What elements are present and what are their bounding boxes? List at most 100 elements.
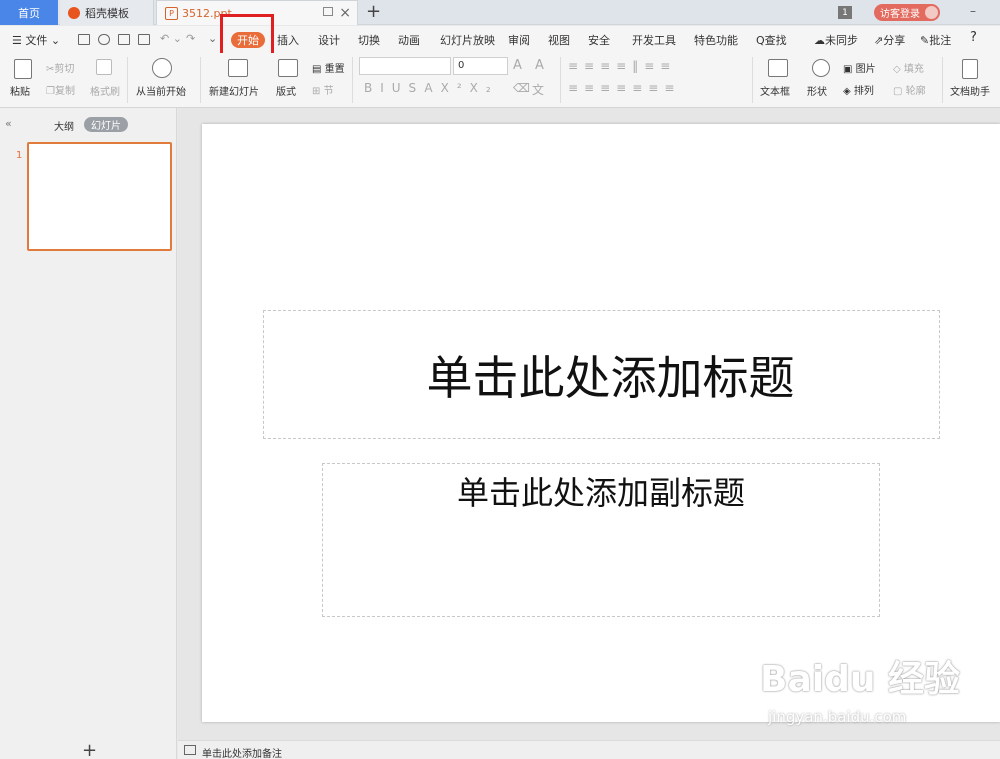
- increase-font-icon[interactable]: A: [513, 58, 522, 73]
- notes-bar[interactable]: 单击此处添加备注: [178, 740, 1000, 759]
- cut-button[interactable]: ✂剪切: [46, 60, 74, 75]
- share-label: 分享: [883, 34, 906, 47]
- guest-login-button[interactable]: 访客登录: [874, 4, 940, 21]
- annotation-highlight-box: [220, 14, 274, 56]
- copy-button[interactable]: ❐复制: [46, 82, 75, 97]
- undo-icon[interactable]: ↶ ⌄: [160, 32, 182, 45]
- text-format-icons[interactable]: BIUSAX²X₂: [364, 81, 499, 95]
- tab-design[interactable]: 设计: [318, 32, 340, 48]
- menu-bar: ☰ 文件 ⌄ ↶ ⌄ ↷ ⌄ 开始 插入 设计 切换 动画 幻灯片放映 审阅 视…: [0, 26, 1000, 53]
- editing-canvas: 单击此处添加标题 单击此处添加副标题: [178, 108, 1000, 740]
- doc-assistant-icon[interactable]: [962, 59, 978, 79]
- tab-outline[interactable]: 大纲: [54, 118, 74, 133]
- close-tab-icon[interactable]: ×: [339, 5, 351, 21]
- minimize-button[interactable]: –: [970, 4, 976, 18]
- title-placeholder-text: 单击此处添加标题: [426, 350, 795, 405]
- tab-view[interactable]: 视图: [548, 32, 570, 48]
- print-preview-icon[interactable]: [138, 34, 150, 45]
- print-icon[interactable]: [118, 34, 130, 45]
- layout-button[interactable]: 版式: [276, 83, 296, 98]
- text-box-button[interactable]: 文本框: [760, 83, 790, 98]
- doc-assistant-button[interactable]: 文档助手: [950, 83, 990, 98]
- picture-label: 图片: [855, 64, 876, 75]
- reset-label: 重置: [324, 64, 345, 75]
- title-placeholder[interactable]: 单击此处添加标题: [263, 310, 940, 439]
- tab-insert[interactable]: 插入: [277, 32, 299, 48]
- collapse-panel-icon[interactable]: «: [5, 117, 12, 130]
- tab-bar: 首页 稻壳模板 P 3512.ppt × + 1 访客登录 –: [0, 0, 1000, 25]
- paste-button[interactable]: 粘贴: [10, 83, 30, 98]
- ribbon-separator: [752, 57, 753, 103]
- decrease-font-icon[interactable]: A: [535, 58, 544, 73]
- save-icon[interactable]: [78, 34, 90, 45]
- ribbon-toolbar: 粘贴 ✂剪切 ❐复制 格式刷 从当前开始 新建幻灯片 版式 ▤ 重置 ⊞ 节 0…: [0, 53, 1000, 108]
- cloud-sync-button[interactable]: ☁未同步: [814, 32, 858, 48]
- tab-template[interactable]: 稻壳模板: [60, 0, 154, 25]
- format-painter-button[interactable]: 格式刷: [90, 83, 120, 98]
- layout-icon[interactable]: [278, 59, 298, 77]
- file-menu[interactable]: ☰ 文件 ⌄: [12, 32, 60, 48]
- reset-button[interactable]: ▤ 重置: [312, 60, 345, 75]
- ribbon-separator: [352, 57, 353, 103]
- notes-icon: [184, 745, 196, 755]
- shape-button[interactable]: 形状: [807, 83, 827, 98]
- slide-number: 1: [16, 150, 23, 161]
- new-slide-button[interactable]: 新建幻灯片: [209, 83, 259, 98]
- outline-button[interactable]: ▢ 轮廓: [893, 82, 926, 97]
- subtitle-placeholder[interactable]: 单击此处添加副标题: [322, 463, 880, 617]
- comment-label: 批注: [929, 34, 952, 47]
- play-icon[interactable]: [152, 58, 172, 78]
- phonetic-icon[interactable]: 文: [532, 81, 544, 98]
- play-from-current-button[interactable]: 从当前开始: [136, 83, 186, 98]
- shape-icon[interactable]: [812, 59, 830, 77]
- tab-devtools[interactable]: 开发工具: [632, 32, 676, 48]
- list-format-icons[interactable]: ≡≡≡≡‖≡≡: [568, 59, 676, 73]
- clear-format-icon[interactable]: ⌫: [513, 81, 530, 95]
- align-icons[interactable]: ≡≡≡≡≡≡≡: [568, 81, 680, 95]
- arrange-label: 排列: [853, 86, 874, 97]
- section-label: 节: [323, 86, 334, 97]
- float-window-icon[interactable]: [323, 7, 333, 16]
- outline-label: 轮廓: [905, 86, 926, 97]
- add-slide-button[interactable]: +: [82, 740, 97, 759]
- share-button[interactable]: ⇗分享: [874, 32, 905, 48]
- new-tab-button[interactable]: +: [366, 1, 381, 22]
- ribbon-separator: [127, 57, 128, 103]
- watermark-url: jingyan.baidu.com: [768, 708, 907, 726]
- tab-slideshow[interactable]: 幻灯片放映: [440, 32, 495, 48]
- picture-button[interactable]: ▣ 图片: [843, 60, 876, 75]
- tab-special[interactable]: 特色功能: [694, 32, 738, 48]
- arrange-button[interactable]: ◈ 排列: [843, 82, 874, 97]
- guest-login-label: 访客登录: [880, 9, 920, 20]
- tab-transition[interactable]: 切换: [358, 32, 380, 48]
- tab-slides[interactable]: 幻灯片: [84, 117, 128, 132]
- tab-security[interactable]: 安全: [588, 32, 610, 48]
- redo-icon[interactable]: ↷: [186, 32, 195, 45]
- tab-review[interactable]: 审阅: [508, 32, 530, 48]
- window-count-badge[interactable]: 1: [838, 6, 852, 19]
- tab-home[interactable]: 首页: [0, 0, 58, 25]
- font-size-select[interactable]: 0: [453, 57, 508, 75]
- fill-label: 填充: [903, 64, 924, 75]
- text-box-icon[interactable]: [768, 59, 788, 77]
- undo-history-icon[interactable]: [98, 34, 110, 45]
- ribbon-separator: [942, 57, 943, 103]
- tab-template-label: 稻壳模板: [85, 6, 129, 20]
- comment-icon: ✎: [920, 34, 930, 47]
- slide-panel: « 大纲 幻灯片 1 +: [0, 108, 177, 759]
- help-button[interactable]: ?: [970, 30, 977, 45]
- font-name-select[interactable]: [359, 57, 451, 75]
- new-slide-icon[interactable]: [228, 59, 248, 77]
- fill-button[interactable]: ◇ 填充: [893, 60, 924, 75]
- comment-button[interactable]: ✎批注: [920, 32, 951, 48]
- format-painter-icon[interactable]: [96, 59, 112, 75]
- tab-animation[interactable]: 动画: [398, 32, 420, 48]
- slide[interactable]: 单击此处添加标题 单击此处添加副标题: [202, 124, 1000, 722]
- avatar-icon: [925, 6, 938, 19]
- search-button[interactable]: Q查找: [756, 32, 787, 48]
- slide-thumbnail[interactable]: [27, 142, 172, 251]
- customize-quick-access-icon[interactable]: ⌄: [208, 32, 217, 45]
- section-button[interactable]: ⊞ 节: [312, 82, 334, 97]
- paste-icon[interactable]: [14, 59, 32, 79]
- copy-label: 复制: [54, 86, 75, 97]
